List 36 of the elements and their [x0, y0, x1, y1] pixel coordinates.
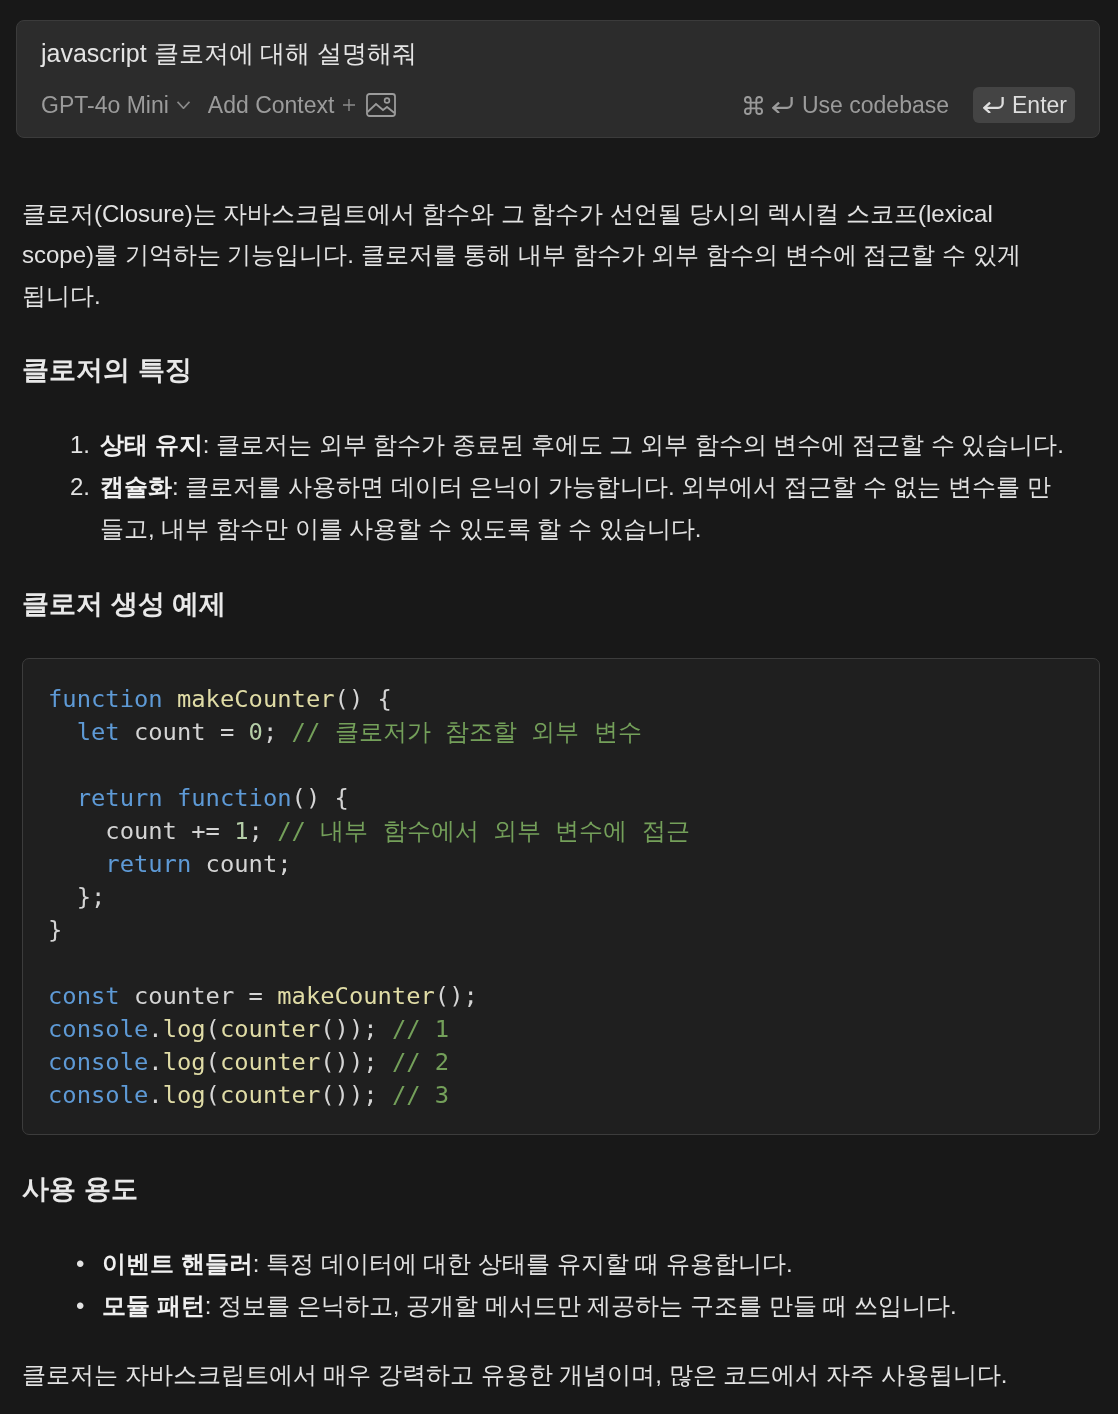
- query-text: javascript 클로져에 대해 설명해줘: [41, 38, 419, 69]
- answer-paragraph: 클로저(Closure)는 자바스크립트에서 함수와 그 함수가 선언될 당시의 렉시컬 스코프(lexical scope)를 기억하는 기능입니다. 클로저를 통해 내부 함수가 외부 함수의 변수에 접근할 수 있게 됩니다.: [22, 199, 1022, 311]
- code-line: console.log(counter()); // 3: [48, 1080, 450, 1111]
- code-line: console.log(counter()); // 2: [48, 1047, 450, 1078]
- code-line: let count = 0; // 클로저가 참조할 외부 변수: [75, 717, 642, 748]
- image-icon: [366, 93, 397, 117]
- list-bullet: •: [76, 1291, 86, 1321]
- code-line: };: [75, 882, 106, 913]
- code-line: function makeCounter() {: [48, 684, 392, 715]
- enter-button[interactable]: Enter: [973, 87, 1075, 123]
- code-line: return function() {: [75, 783, 349, 814]
- list-item-text: 모듈 패턴: 정보를 은닉하고, 공개할 메서드만 제공하는 구조를 만들 때 쓰입니다.: [102, 1291, 958, 1321]
- list-number: 1.: [70, 430, 91, 460]
- list-item-text: 상태 유지: 클로저는 외부 함수가 종료된 후에도 그 외부 함수의 변수에 접근할 수 있습니다.: [100, 430, 1066, 460]
- code-line: }: [48, 915, 63, 946]
- return-icon: [771, 97, 793, 113]
- code-line: count += 1; // 내부 함수에서 외부 변수에 접근: [104, 816, 690, 847]
- add-context-button[interactable]: Add Context: [207, 90, 357, 120]
- return-icon: [983, 97, 1004, 113]
- list-bullet: •: [76, 1249, 86, 1279]
- plus-icon: [342, 98, 357, 112]
- code-line: console.log(counter()); // 1: [48, 1014, 450, 1045]
- chevron-down-icon: [176, 101, 190, 109]
- list-number: 2.: [70, 472, 91, 502]
- section-heading: 클로저의 특징: [22, 354, 193, 387]
- answer-paragraph: 클로저는 자바스크립트에서 매우 강력하고 유용한 개념이며, 많은 코드에서 자주 사용됩니다.: [22, 1360, 1009, 1390]
- command-icon: [743, 95, 763, 115]
- model-selector[interactable]: GPT-4o Mini: [41, 90, 190, 120]
- use-codebase-button[interactable]: Use codebase: [743, 90, 949, 120]
- section-heading: 사용 용도: [22, 1173, 139, 1206]
- list-item-text: 이벤트 핸들러: 특정 데이터에 대한 상태를 유지할 때 유용합니다.: [102, 1249, 794, 1279]
- code-line: return count;: [104, 849, 292, 880]
- list-item-text: 캡슐화: 클로저를 사용하면 데이터 은닉이 가능합니다. 외부에서 접근할 수 없는 변수를 만들고, 내부 함수만 이를 사용할 수 있도록 할 수 있습니다.: [100, 472, 1052, 544]
- section-heading: 클로저 생성 예제: [22, 588, 227, 621]
- code-line: const counter = makeCounter();: [48, 981, 478, 1012]
- image-button[interactable]: [366, 93, 397, 117]
